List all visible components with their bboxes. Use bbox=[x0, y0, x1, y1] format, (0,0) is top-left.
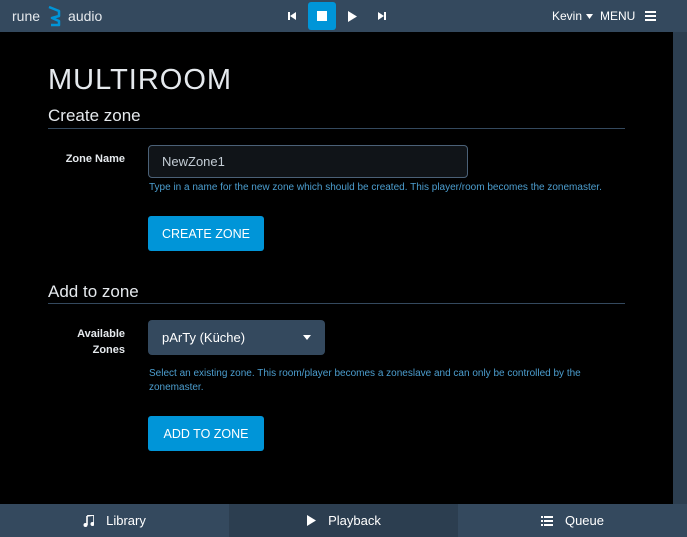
top-navbar: rune audio Kevin MENU bbox=[0, 0, 687, 32]
zone-name-input[interactable]: NewZone1 bbox=[148, 145, 468, 178]
bottom-tab-bar: Library Playback Queue bbox=[0, 504, 687, 537]
previous-icon bbox=[288, 12, 296, 20]
main-content: MULTIROOM Create zone Zone Name NewZone1… bbox=[0, 32, 673, 504]
user-dropdown[interactable]: Kevin bbox=[552, 0, 594, 32]
music-note-icon bbox=[83, 514, 95, 527]
tab-library-label: Library bbox=[106, 513, 146, 528]
scrollbar[interactable] bbox=[673, 32, 687, 504]
tab-queue[interactable]: Queue bbox=[458, 504, 687, 537]
create-zone-heading: Create zone bbox=[48, 106, 141, 125]
zone-name-label: Zone Name bbox=[65, 153, 125, 165]
logo-text-rune: rune bbox=[12, 8, 41, 24]
play-icon bbox=[348, 10, 357, 22]
selected-zone: pArTy (Küche) bbox=[162, 330, 246, 345]
tab-playback[interactable]: Playback bbox=[229, 504, 458, 537]
rune-logo-icon bbox=[48, 5, 61, 27]
add-to-zone-heading: Add to zone bbox=[48, 282, 139, 301]
rune-audio-logo[interactable]: rune audio bbox=[12, 0, 102, 32]
create-zone-button[interactable]: CREATE ZONE bbox=[148, 216, 264, 251]
zone-name-help: Type in a name for the new zone which sh… bbox=[149, 182, 602, 193]
caret-down-icon bbox=[303, 335, 311, 340]
available-zones-label: Available Zones bbox=[60, 326, 125, 358]
user-name: Kevin bbox=[552, 9, 583, 23]
available-zones-help-line2: zonemaster. bbox=[149, 382, 204, 393]
available-zones-label-line1: Available bbox=[77, 328, 125, 340]
tab-playback-label: Playback bbox=[328, 513, 381, 528]
previous-button[interactable] bbox=[278, 2, 306, 30]
available-zones-select[interactable]: pArTy (Küche) bbox=[148, 320, 325, 355]
hamburger-icon bbox=[645, 11, 657, 21]
available-zones-label-line2: Zones bbox=[92, 344, 125, 356]
transport-controls bbox=[278, 2, 396, 30]
stop-icon bbox=[317, 11, 327, 21]
available-zones-help: Select an existing zone. This room/playe… bbox=[149, 367, 581, 395]
logo-text-audio: audio bbox=[68, 8, 103, 24]
caret-down-icon bbox=[586, 13, 594, 19]
available-zones-help-line1: Select an existing zone. This room/playe… bbox=[149, 368, 581, 379]
menu-label: MENU bbox=[600, 9, 636, 23]
section-divider bbox=[48, 128, 625, 129]
next-button[interactable] bbox=[368, 2, 396, 30]
page-title: MULTIROOM bbox=[48, 64, 233, 96]
tab-queue-label: Queue bbox=[564, 513, 605, 528]
section-divider bbox=[48, 303, 625, 304]
add-to-zone-button[interactable]: ADD TO ZONE bbox=[148, 416, 264, 451]
stop-button[interactable] bbox=[308, 2, 336, 30]
tab-library[interactable]: Library bbox=[0, 504, 229, 537]
list-icon bbox=[540, 515, 553, 526]
play-icon bbox=[307, 515, 317, 526]
menu-button[interactable]: MENU bbox=[600, 0, 657, 32]
play-button[interactable] bbox=[338, 2, 366, 30]
next-icon bbox=[378, 12, 386, 20]
